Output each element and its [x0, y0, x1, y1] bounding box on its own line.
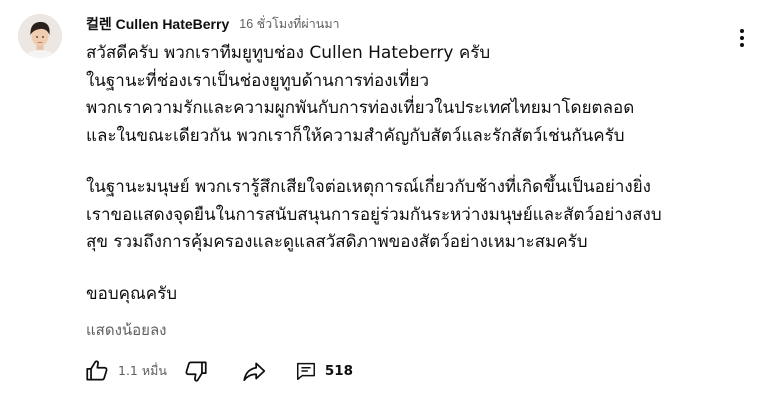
comment-line: สุข รวมถึงการคุ้มครองและดูแลสวัสดิภาพของ…	[86, 232, 588, 252]
comment-timestamp[interactable]: 16 ชั่วโมงที่ผ่านมา	[239, 14, 339, 34]
comment-line: พวกเราความรักและความผูกพันกับการท่องเที่…	[86, 98, 635, 118]
thumb-down-icon	[185, 361, 207, 382]
comment-icon	[296, 362, 315, 380]
share-icon	[243, 362, 266, 382]
replies-button[interactable]	[291, 356, 321, 386]
comment-line: ขอบคุณครับ	[86, 283, 178, 304]
thumb-up-icon	[86, 360, 108, 381]
comment-text: สวัสดีครับ พวกเราทีมยูทูบช่อง Cullen Hat…	[86, 40, 746, 308]
author-name[interactable]: 컬렌 Cullen HateBerry	[86, 14, 229, 34]
comment-line: สวัสดีครับ พวกเราทีมยูทูบช่อง Cullen Hat…	[86, 43, 491, 63]
like-button[interactable]	[82, 356, 112, 386]
show-less-button[interactable]: แสดงน้อยลง	[86, 318, 166, 342]
reply-count[interactable]: 518	[325, 363, 353, 379]
comment-line: และในขณะเดียวกัน พวกเราก็ให้ความสำคัญกับ…	[86, 125, 625, 146]
comment-line: ในฐานะที่ช่องเราเป็นช่องยูทูบด้านการท่อง…	[86, 70, 429, 91]
avatar-image	[18, 14, 62, 58]
comment-header: 컬렌 Cullen HateBerry 16 ชั่วโมงที่ผ่านมา	[86, 14, 340, 34]
avatar[interactable]	[18, 14, 62, 58]
comment-action-bar: 1.1 หมื่น 518	[82, 354, 353, 388]
like-count: 1.1 หมื่น	[118, 363, 167, 378]
comment-line: ในฐานะมนุษย์ พวกเรารู้สึกเสียใจต่อเหตุกา…	[86, 177, 651, 197]
comment-line: เราขอแสดงจุดยืนในการสนับสนุนการอยู่ร่วมก…	[86, 204, 662, 225]
share-button[interactable]	[239, 356, 269, 386]
dislike-button[interactable]	[181, 356, 211, 386]
